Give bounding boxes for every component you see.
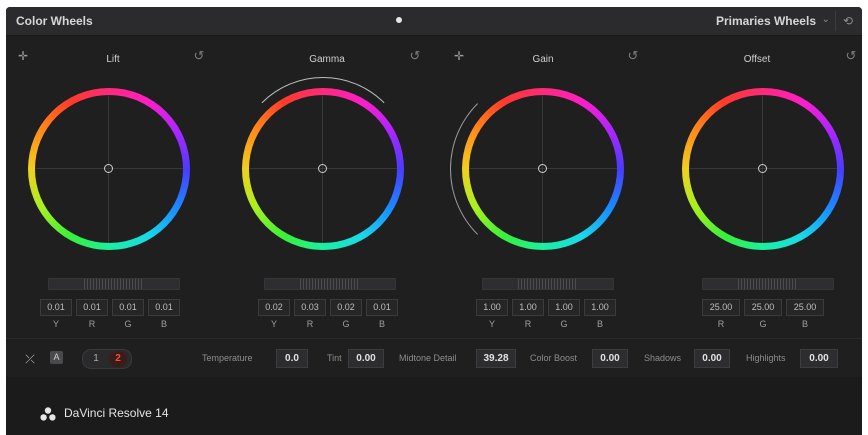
channel-label: G: [342, 319, 350, 329]
value-r[interactable]: 0.01: [76, 299, 108, 316]
midtone-detail-field[interactable]: 39.28: [476, 349, 516, 368]
page-selector: 1 2: [82, 349, 132, 369]
wheel-label: Gain: [532, 54, 554, 65]
mode-selector[interactable]: Primaries Wheels: [716, 14, 816, 28]
color-boost-field[interactable]: 0.00: [592, 349, 628, 368]
value-r[interactable]: 1.00: [512, 299, 544, 316]
master-wheel-slider[interactable]: [702, 278, 834, 290]
curves-icon[interactable]: ⤫: [22, 351, 38, 367]
auto-balance-badge[interactable]: A: [50, 351, 63, 364]
wheels-panel: ✛ Lift ↺ 0.01 0.01 0.01 0.01 Y R G B Gam…: [6, 36, 862, 338]
channel-label: Y: [270, 319, 277, 329]
color-wheel[interactable]: [682, 88, 844, 250]
channel-row: Y R G B: [40, 319, 180, 329]
chevron-down-icon[interactable]: ⌄: [822, 14, 830, 25]
value-r[interactable]: 0.03: [294, 299, 326, 316]
color-wheel[interactable]: [28, 88, 190, 250]
channel-label: B: [160, 319, 167, 329]
title-bar: Color Wheels Primaries Wheels ⌄ ⟲: [6, 7, 862, 36]
page-2-button[interactable]: 2: [109, 351, 127, 367]
channel-label: G: [759, 319, 767, 329]
wheel-handle[interactable]: [538, 164, 547, 173]
color-wheel[interactable]: [242, 88, 404, 250]
wheel-handle[interactable]: [104, 164, 113, 173]
shadows-field[interactable]: 0.00: [694, 349, 730, 368]
value-row: 0.01 0.01 0.01 0.01: [40, 299, 180, 316]
shadows-label: Shadows: [644, 353, 682, 363]
temperature-field[interactable]: 0.0: [276, 349, 308, 368]
channel-label: G: [124, 319, 132, 329]
value-row: 25.00 25.00 25.00: [702, 299, 824, 316]
value-b[interactable]: 25.00: [786, 299, 824, 316]
channel-label: Y: [52, 319, 59, 329]
channel-label: B: [378, 319, 385, 329]
channel-label: R: [717, 319, 725, 329]
davinci-logo-icon: [40, 407, 56, 421]
page-1-button[interactable]: 1: [87, 351, 105, 367]
channel-label: Y: [488, 319, 495, 329]
wheel-lift: ✛ Lift ↺ 0.01 0.01 0.01 0.01 Y R G B: [6, 36, 220, 338]
wheel-gamma: Gamma ↺ 0.02 0.03 0.02 0.01 Y R G B: [220, 36, 434, 338]
value-r[interactable]: 25.00: [702, 299, 740, 316]
reset-icon[interactable]: ↺: [192, 49, 206, 63]
value-g[interactable]: 0.01: [112, 299, 144, 316]
color-boost-label: Color Boost: [530, 353, 578, 363]
color-wheels-window: Color Wheels Primaries Wheels ⌄ ⟲ ✛ Lift…: [6, 7, 862, 435]
master-wheel-slider[interactable]: [48, 278, 180, 290]
color-wheel[interactable]: [462, 88, 624, 250]
value-row: 0.02 0.03 0.02 0.01: [258, 299, 398, 316]
channel-row: Y R G B: [258, 319, 398, 329]
reset-icon[interactable]: ↺: [626, 49, 640, 63]
channel-label: B: [801, 319, 808, 329]
midtone-detail-label: Midtone Detail: [399, 353, 457, 363]
panel-title: Color Wheels: [16, 14, 93, 28]
value-g[interactable]: 1.00: [548, 299, 580, 316]
value-y[interactable]: 0.01: [40, 299, 72, 316]
tint-field[interactable]: 0.00: [348, 349, 384, 368]
value-g[interactable]: 25.00: [744, 299, 782, 316]
channel-row: Y R G B: [476, 319, 616, 329]
value-b[interactable]: 0.01: [148, 299, 180, 316]
wheel-label: Offset: [743, 54, 771, 65]
channel-label: B: [596, 319, 603, 329]
highlights-label: Highlights: [746, 353, 786, 363]
temperature-label: Temperature: [202, 353, 253, 363]
app-footer: DaVinci Resolve 14: [6, 377, 862, 435]
app-name: DaVinci Resolve 14: [64, 406, 169, 420]
master-wheel-slider[interactable]: [264, 278, 396, 290]
adjustment-bar: ⤫ A 1 2 Temperature 0.0 Tint 0.00 Midton…: [6, 338, 862, 377]
title-separator: [835, 11, 836, 31]
value-g[interactable]: 0.02: [330, 299, 362, 316]
reset-icon[interactable]: ↺: [408, 49, 422, 63]
channel-label: R: [306, 319, 314, 329]
wheel-label: Lift: [106, 54, 120, 65]
value-row: 1.00 1.00 1.00 1.00: [476, 299, 616, 316]
channel-label: R: [524, 319, 532, 329]
wheel-offset: Offset ↺ 25.00 25.00 25.00 R G B: [650, 36, 862, 338]
value-b[interactable]: 1.00: [584, 299, 616, 316]
channel-label: G: [560, 319, 568, 329]
wheel-label: Gamma: [309, 54, 345, 65]
reset-all-icon[interactable]: ⟲: [840, 13, 856, 29]
reset-icon[interactable]: ↺: [844, 49, 858, 63]
highlights-field[interactable]: 0.00: [800, 349, 838, 368]
value-y[interactable]: 1.00: [476, 299, 508, 316]
channel-row: R G B: [702, 319, 824, 329]
wheel-gain: ✛ Gain ↺ 1.00 1.00 1.00 1.00 Y R G B: [436, 36, 650, 338]
channel-label: R: [88, 319, 96, 329]
wheel-handle[interactable]: [758, 164, 767, 173]
value-y[interactable]: 0.02: [258, 299, 290, 316]
tint-label: Tint: [327, 353, 342, 363]
page-indicator-dot[interactable]: [396, 17, 402, 23]
master-wheel-slider[interactable]: [482, 278, 614, 290]
wheel-handle[interactable]: [318, 164, 327, 173]
value-b[interactable]: 0.01: [366, 299, 398, 316]
